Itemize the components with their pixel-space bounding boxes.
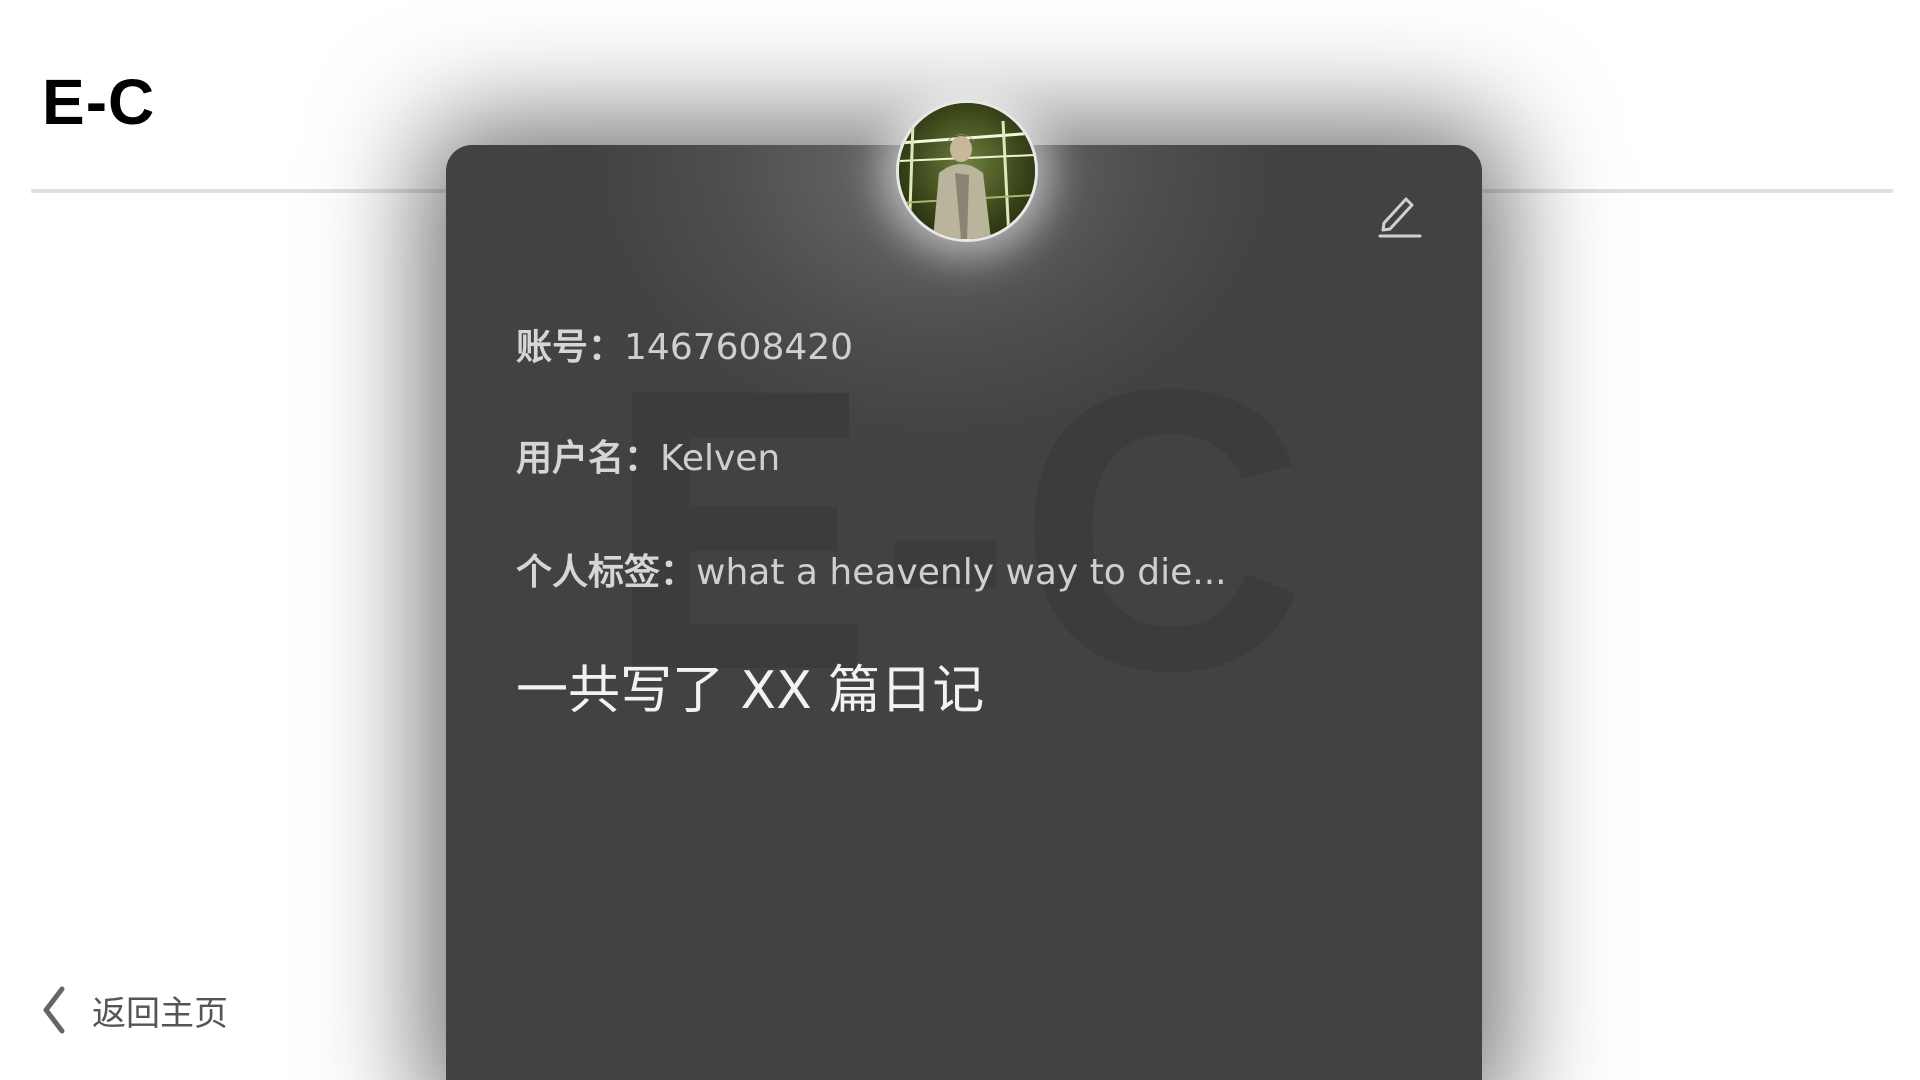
profile-page: E-C E-C 账号：1467608420 用户名：Kelven 个人标签：wh… [0,0,1920,1080]
personal-tag-value: what a heavenly way to die... [696,552,1227,593]
username-value: Kelven [660,438,781,479]
personal-tag-row: 个人标签：what a heavenly way to die... [516,555,1227,591]
username-label: 用户名： [516,438,661,479]
back-to-home-label: 返回主页 [92,993,228,1034]
back-to-home-button[interactable]: 返回主页 [40,985,228,1035]
avatar-photo [899,103,1035,239]
app-logo: E-C [42,66,156,138]
account-label: 账号： [516,327,625,368]
profile-card: E-C 账号：1467608420 用户名：Kelven 个人标签：what a… [446,145,1482,1080]
username-row: 用户名：Kelven [516,441,780,477]
edit-profile-button[interactable] [1374,187,1426,239]
chevron-left-icon [43,986,65,1034]
diary-count: 一共写了 XX 篇日记 [516,661,985,721]
account-row: 账号：1467608420 [516,330,853,366]
personal-tag-label: 个人标签： [516,552,697,593]
account-value: 1467608420 [624,327,854,368]
pencil-icon [1378,197,1422,238]
user-avatar[interactable] [896,100,1038,242]
